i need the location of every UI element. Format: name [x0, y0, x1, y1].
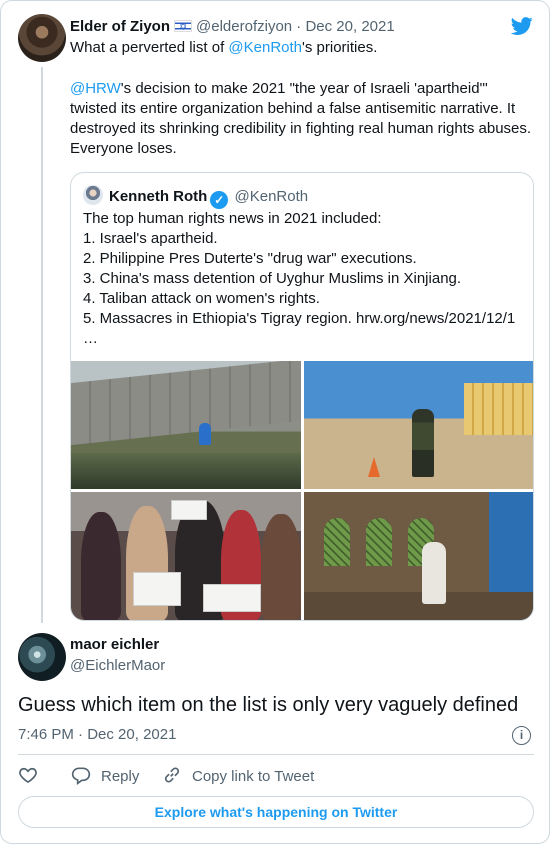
reply-label: Reply [101, 768, 140, 785]
copy-link-button[interactable]: Copy link to Tweet [162, 765, 314, 788]
reply-tweet-text: Guess which item on the list is only ver… [18, 694, 519, 716]
maor-eichler-avatar[interactable] [18, 633, 66, 681]
quoted-line: 2. Philippine Pres Duterte's "drug war" … [83, 250, 417, 267]
divider [18, 754, 534, 755]
reply-time: 7:46 PM [18, 726, 74, 743]
original-tweet-line1: What a perverted list of @KenRoth's prio… [70, 39, 378, 56]
quoted-line: 1. Israel's apartheid. [83, 230, 218, 247]
header-separator: · [296, 18, 302, 35]
quoted-tweet-text: The top human rights news in 2021 includ… [83, 209, 523, 349]
twitter-bird-icon[interactable] [510, 15, 534, 37]
original-author-name[interactable]: Elder of Ziyon [70, 18, 170, 35]
explore-twitter-button[interactable]: Explore what's happening on Twitter [18, 796, 534, 828]
checkpoint-soldier-photo[interactable] [304, 361, 533, 489]
link-icon [164, 767, 180, 783]
kenroth-mention-link[interactable]: @KenRoth [228, 39, 302, 56]
like-button[interactable] [18, 765, 48, 788]
original-author-handle[interactable]: @elderofziyon [196, 18, 292, 35]
quoted-tweet[interactable]: Kenneth Roth ✓ @KenRoth The top human rig… [70, 172, 534, 621]
israel-flag-icon [174, 18, 193, 38]
reply-author-name[interactable]: maor eichler [70, 635, 159, 655]
reply-icon [71, 767, 91, 785]
original-tweet-para2: @HRW's decision to make 2021 "the year o… [70, 80, 532, 157]
thread-line [41, 67, 43, 623]
hrw-mention-link[interactable]: @HRW [70, 80, 121, 97]
copy-link-label: Copy link to Tweet [192, 768, 315, 785]
quoted-line: … [83, 330, 98, 347]
reply-date: Dec 20, 2021 [87, 726, 177, 743]
reply-author-handle[interactable]: @EichlerMaor [70, 656, 165, 676]
original-tweet-header: Elder of Ziyon @elderofziyon · Dec 20, 20… [70, 17, 395, 38]
church-photo[interactable] [304, 492, 533, 620]
verified-badge-icon: ✓ [210, 191, 229, 209]
reply-button[interactable]: Reply [71, 765, 139, 788]
quoted-line: 5. Massacres in Ethiopia's Tigray region… [83, 310, 516, 327]
quoted-author-name: Kenneth Roth [109, 188, 208, 205]
meta-separator: · [78, 726, 84, 743]
kenneth-roth-avatar [83, 185, 103, 205]
embedded-tweet-card: Elder of Ziyon @elderofziyon · Dec 20, 20… [0, 0, 550, 844]
heart-icon [19, 767, 37, 784]
reply-tweet-timestamp[interactable]: 7:46 PM · Dec 20, 2021 [18, 725, 176, 745]
original-tweet-date[interactable]: Dec 20, 2021 [305, 18, 394, 35]
quoted-author-handle: @KenRoth [234, 188, 309, 205]
elder-of-ziyon-avatar[interactable] [18, 14, 66, 62]
quoted-line: 4. Taliban attack on women's rights. [83, 290, 320, 307]
info-icon[interactable]: i [512, 726, 531, 745]
wall-photo[interactable] [71, 361, 301, 489]
women-protest-photo[interactable] [71, 492, 301, 620]
quoted-line: 3. China's mass detention of Uyghur Musl… [83, 270, 462, 287]
quoted-tweet-header: Kenneth Roth ✓ @KenRoth [83, 185, 308, 209]
quoted-line: The top human rights news in 2021 includ… [83, 210, 382, 227]
